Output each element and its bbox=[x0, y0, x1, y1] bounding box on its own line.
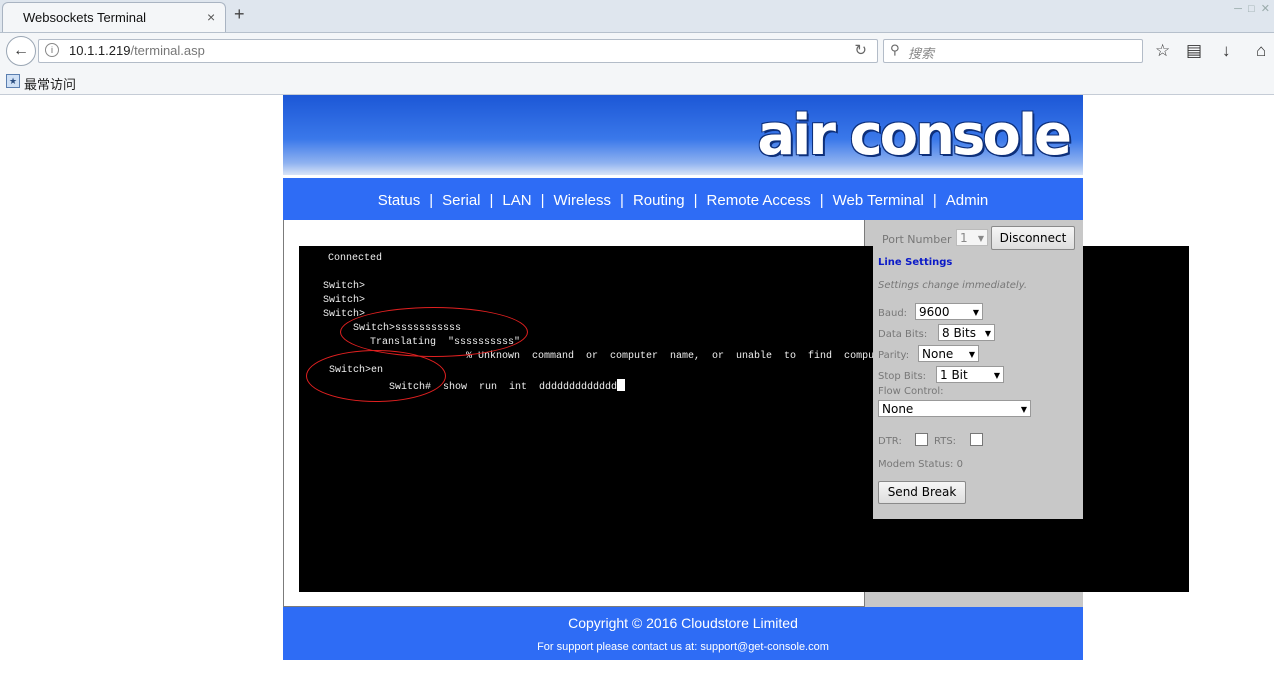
menu-lan[interactable]: LAN bbox=[502, 192, 531, 209]
dtr-label: DTR: bbox=[878, 436, 902, 447]
terminal-cursor bbox=[617, 379, 626, 391]
menu-separator: | bbox=[620, 192, 624, 209]
bookmark-star-icon[interactable]: ☆ bbox=[1155, 41, 1170, 61]
rts-checkbox[interactable] bbox=[970, 433, 983, 446]
parity-value: None bbox=[922, 347, 954, 361]
menu-separator: | bbox=[429, 192, 434, 209]
tab-title: Websockets Terminal bbox=[23, 10, 147, 25]
parity-select[interactable]: None ▼ bbox=[918, 345, 979, 362]
disconnect-button[interactable]: Disconnect bbox=[991, 226, 1075, 250]
line-settings-panel: Port Number 1 ▼ Disconnect Line Settings … bbox=[873, 221, 1083, 519]
port-number-value: 1 bbox=[960, 231, 968, 245]
menu-admin[interactable]: Admin bbox=[946, 192, 989, 209]
flow-control-select[interactable]: None ▼ bbox=[878, 400, 1031, 417]
settings-note: Settings change immediately. bbox=[878, 280, 1028, 291]
menu-separator: | bbox=[932, 192, 937, 209]
chevron-down-icon: ▼ bbox=[984, 329, 991, 338]
data-bits-select[interactable]: 8 Bits ▼ bbox=[938, 324, 995, 341]
menu-serial[interactable]: Serial bbox=[442, 192, 480, 209]
bookmark-most-visited[interactable]: 最常访问 bbox=[24, 74, 76, 93]
terminal-line: Connected bbox=[328, 253, 383, 264]
air-console-logo: air console bbox=[757, 103, 1072, 168]
menu-separator: | bbox=[693, 192, 698, 209]
browser-nav-bar: ← i 10.1.1.219/terminal.asp ↻ ⚲ 搜索 ☆ ▤ ↓… bbox=[0, 32, 1274, 69]
window-controls[interactable]: ─ □ ✕ bbox=[1234, 2, 1270, 15]
terminal-line: Switch> bbox=[323, 281, 366, 292]
line-settings-title: Line Settings bbox=[878, 257, 953, 268]
new-tab-icon[interactable]: + bbox=[234, 4, 245, 25]
url-text[interactable]: 10.1.1.219/terminal.asp bbox=[69, 43, 205, 58]
dtr-checkbox[interactable] bbox=[915, 433, 928, 446]
bookmarks-bar: ★ 最常访问 bbox=[0, 68, 1274, 95]
footer-copyright: Copyright © 2016 Cloudstore Limited bbox=[568, 615, 798, 631]
menu-separator: | bbox=[489, 192, 494, 209]
chevron-down-icon: ▼ bbox=[972, 308, 979, 317]
stop-bits-select[interactable]: 1 Bit ▼ bbox=[936, 366, 1004, 383]
reload-icon[interactable]: ↻ bbox=[854, 41, 867, 59]
bookmark-folder-icon: ★ bbox=[6, 74, 20, 88]
info-icon[interactable]: i bbox=[45, 43, 59, 57]
parity-label: Parity: bbox=[878, 350, 910, 361]
site-banner: air console bbox=[283, 95, 1083, 175]
menu-status[interactable]: Status bbox=[378, 192, 421, 209]
home-icon[interactable]: ⌂ bbox=[1256, 41, 1266, 61]
tab-close-icon[interactable]: × bbox=[207, 9, 215, 25]
site-footer: Copyright © 2016 Cloudstore Limited For … bbox=[283, 607, 1083, 660]
data-bits-label: Data Bits: bbox=[878, 329, 928, 340]
chevron-down-icon: ▼ bbox=[977, 234, 984, 243]
browser-tab[interactable]: Websockets Terminal × bbox=[2, 2, 226, 34]
url-path: /terminal.asp bbox=[130, 43, 205, 58]
url-host: 10.1.1.219 bbox=[69, 43, 131, 58]
search-icon: ⚲ bbox=[890, 42, 900, 57]
download-icon[interactable]: ↓ bbox=[1222, 41, 1231, 61]
menu-routing[interactable]: Routing bbox=[633, 192, 685, 209]
terminal-line: % Unknown command or computer name, or u… bbox=[466, 351, 893, 362]
url-bar[interactable]: i 10.1.1.219/terminal.asp ↻ bbox=[38, 39, 878, 63]
main-menu: Status | Serial | LAN | Wireless | Routing | Remot… bbox=[283, 178, 1083, 220]
chevron-down-icon: ▼ bbox=[993, 371, 1000, 380]
search-placeholder: 搜索 bbox=[908, 46, 935, 61]
back-arrow-icon[interactable]: ← bbox=[6, 36, 36, 66]
terminal-line: Switch> bbox=[323, 295, 366, 306]
footer-support: For support please contact us at: suppor… bbox=[537, 641, 829, 653]
stop-bits-label: Stop Bits: bbox=[878, 371, 927, 382]
modem-status: Modem Status: 0 bbox=[878, 459, 963, 470]
browser-tab-strip: Websockets Terminal × + ─ □ ✕ bbox=[0, 0, 1274, 34]
flow-control-value: None bbox=[882, 402, 914, 416]
baud-select[interactable]: 9600 ▼ bbox=[915, 303, 983, 320]
baud-label: Baud: bbox=[878, 308, 908, 319]
stop-bits-value: 1 Bit bbox=[940, 368, 968, 382]
chevron-down-icon: ▼ bbox=[968, 350, 975, 359]
flow-control-label: Flow Control: bbox=[878, 386, 944, 397]
baud-value: 9600 bbox=[919, 305, 950, 319]
menu-separator: | bbox=[540, 192, 545, 209]
send-break-button[interactable]: Send Break bbox=[878, 481, 966, 504]
menu-separator: | bbox=[819, 192, 824, 209]
menu-wireless[interactable]: Wireless bbox=[554, 192, 612, 209]
menu-web-terminal[interactable]: Web Terminal bbox=[833, 192, 924, 209]
reading-list-icon[interactable]: ▤ bbox=[1186, 41, 1202, 61]
annotation-ellipse bbox=[306, 350, 446, 402]
rts-label: RTS: bbox=[934, 436, 957, 447]
chevron-down-icon: ▼ bbox=[1020, 405, 1027, 414]
search-input[interactable]: ⚲ 搜索 bbox=[883, 39, 1143, 63]
data-bits-value: 8 Bits bbox=[942, 326, 976, 340]
menu-remote-access[interactable]: Remote Access bbox=[707, 192, 811, 209]
port-number-label: Port Number bbox=[882, 233, 952, 246]
port-number-select[interactable]: 1 ▼ bbox=[956, 229, 988, 246]
